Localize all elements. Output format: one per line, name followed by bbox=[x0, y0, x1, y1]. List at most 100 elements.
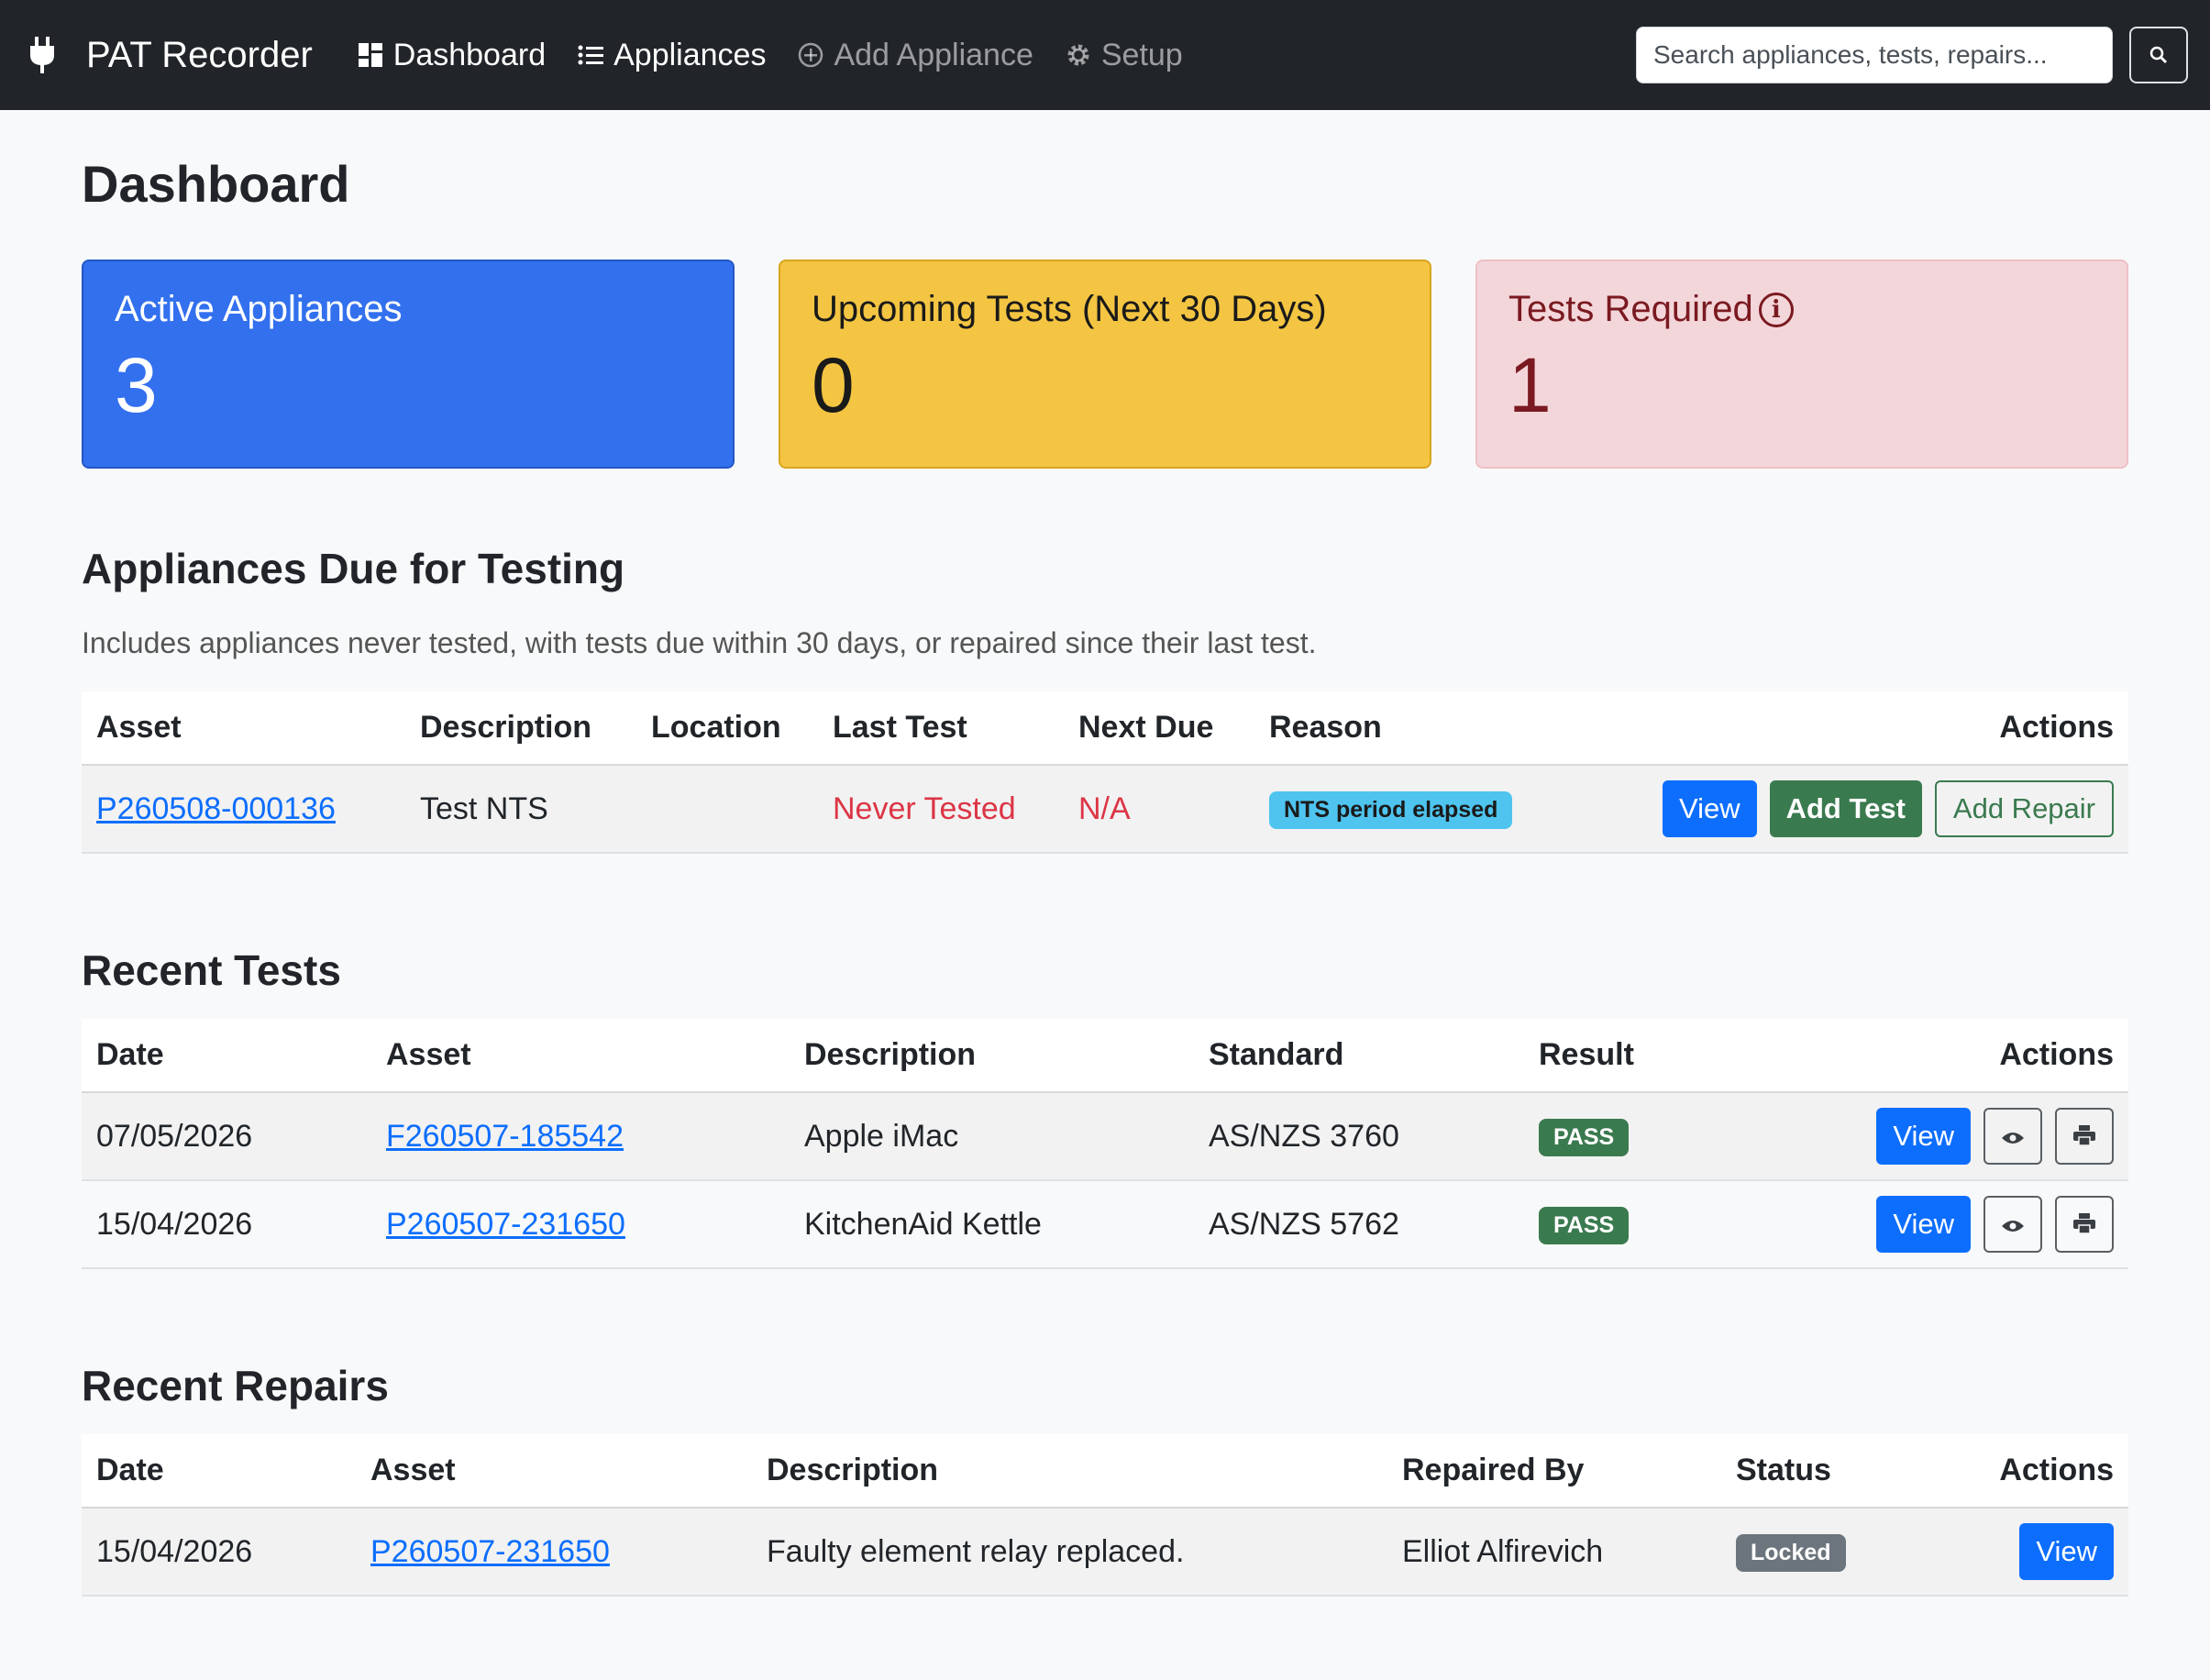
search-input[interactable] bbox=[1636, 27, 2113, 83]
asset-link[interactable]: P260507-231650 bbox=[370, 1534, 610, 1569]
repairs-section-title: Recent Repairs bbox=[82, 1362, 389, 1409]
description-cell: Test NTS bbox=[405, 765, 636, 854]
table-row: P260508-000136 Test NTS Never Tested N/A… bbox=[82, 765, 2128, 854]
eye-icon bbox=[2002, 1208, 2024, 1241]
table-header-row: Date Asset Description Standard Result A… bbox=[82, 1019, 2128, 1093]
preview-button[interactable] bbox=[1983, 1196, 2042, 1253]
brand-name: PAT Recorder bbox=[86, 34, 313, 75]
card-title: Active Appliances bbox=[115, 289, 403, 329]
add-test-button[interactable]: Add Test bbox=[1769, 780, 1922, 837]
date-cell: 15/04/2026 bbox=[82, 1180, 371, 1269]
tests-table: Date Asset Description Standard Result A… bbox=[82, 1019, 2128, 1269]
preview-button[interactable] bbox=[1983, 1108, 2042, 1165]
info-icon[interactable]: i bbox=[1758, 292, 1794, 327]
col-location: Location bbox=[636, 691, 818, 766]
status-badge: Locked bbox=[1736, 1533, 1846, 1572]
view-button[interactable]: View bbox=[1662, 780, 1757, 837]
plug-icon bbox=[22, 35, 62, 75]
nav-add-appliance-label: Add Appliance bbox=[834, 37, 1033, 72]
eye-icon bbox=[2002, 1120, 2024, 1153]
standard-cell: AS/NZS 5762 bbox=[1194, 1180, 1524, 1269]
table-row: 15/04/2026 P260507-231650 KitchenAid Ket… bbox=[82, 1180, 2128, 1269]
card-value: 3 bbox=[115, 342, 158, 428]
view-button[interactable]: View bbox=[1876, 1196, 1971, 1253]
description-cell: Apple iMac bbox=[790, 1092, 1194, 1181]
status-cell: Locked bbox=[1721, 1508, 1922, 1597]
col-next-due: Next Due bbox=[1064, 691, 1254, 766]
main-content: Dashboard Active Appliances 3 Upcoming T… bbox=[0, 154, 2210, 1597]
card-value: 0 bbox=[812, 342, 855, 428]
asset-link[interactable]: P260508-000136 bbox=[96, 791, 336, 826]
nav-add-appliance[interactable]: Add Appliance bbox=[797, 38, 1033, 73]
next-due-cell: N/A bbox=[1064, 765, 1254, 854]
standard-cell: AS/NZS 3760 bbox=[1194, 1092, 1524, 1181]
page-title: Dashboard bbox=[82, 155, 350, 213]
table-row: 07/05/2026 F260507-185542 Apple iMac AS/… bbox=[82, 1092, 2128, 1181]
summary-cards: Active Appliances 3 Upcoming Tests (Next… bbox=[82, 260, 2128, 469]
repaired-by-cell: Elliot Alfirevich bbox=[1387, 1508, 1721, 1597]
nav-appliances-label: Appliances bbox=[613, 37, 767, 72]
result-cell: PASS bbox=[1524, 1092, 1711, 1181]
top-navbar: PAT Recorder Dashboard Appliances Add Ap… bbox=[0, 0, 2210, 110]
tests-required-card: Tests Required i 1 bbox=[1475, 260, 2128, 469]
col-date: Date bbox=[82, 1434, 356, 1509]
grid-icon bbox=[357, 41, 384, 69]
result-cell: PASS bbox=[1524, 1180, 1711, 1269]
actions-cell: View bbox=[1710, 1180, 2128, 1269]
card-title: Upcoming Tests (Next 30 Days) bbox=[812, 289, 1327, 329]
col-result: Result bbox=[1524, 1019, 1711, 1093]
reason-badge: NTS period elapsed bbox=[1269, 790, 1513, 829]
description-cell: KitchenAid Kettle bbox=[790, 1180, 1194, 1269]
search-button[interactable] bbox=[2129, 27, 2188, 83]
col-repaired-by: Repaired By bbox=[1387, 1434, 1721, 1509]
col-status: Status bbox=[1721, 1434, 1922, 1509]
view-button[interactable]: View bbox=[1876, 1108, 1971, 1165]
card-title-row: Tests Required i bbox=[1508, 289, 2095, 330]
asset-link[interactable]: P260507-231650 bbox=[386, 1207, 625, 1242]
nav-dashboard[interactable]: Dashboard bbox=[357, 38, 546, 73]
nav-setup[interactable]: Setup bbox=[1065, 38, 1183, 73]
col-asset: Asset bbox=[356, 1434, 752, 1509]
upcoming-tests-card: Upcoming Tests (Next 30 Days) 0 bbox=[779, 260, 1431, 469]
printer-icon bbox=[2073, 1120, 2095, 1153]
nav-appliances[interactable]: Appliances bbox=[577, 38, 766, 73]
view-button[interactable]: View bbox=[2019, 1523, 2114, 1580]
actions-cell: View bbox=[1710, 1092, 2128, 1181]
brand[interactable]: PAT Recorder bbox=[22, 35, 313, 76]
search-icon bbox=[2149, 38, 2169, 73]
col-actions: Actions bbox=[1921, 1434, 2128, 1509]
nav-setup-label: Setup bbox=[1100, 37, 1183, 72]
asset-link[interactable]: F260507-185542 bbox=[386, 1119, 624, 1154]
col-description: Description bbox=[752, 1434, 1387, 1509]
printer-icon bbox=[2073, 1208, 2095, 1241]
col-asset: Asset bbox=[371, 1019, 790, 1093]
tests-section-title: Recent Tests bbox=[82, 946, 341, 994]
asset-cell: P260507-231650 bbox=[371, 1180, 790, 1269]
last-test-cell: Never Tested bbox=[818, 765, 1064, 854]
asset-cell: P260507-231650 bbox=[356, 1508, 752, 1597]
result-badge: PASS bbox=[1539, 1206, 1630, 1244]
due-section-note: Includes appliances never tested, with t… bbox=[82, 626, 1317, 659]
nav-dashboard-label: Dashboard bbox=[392, 37, 547, 72]
asset-cell: P260508-000136 bbox=[82, 765, 405, 854]
col-last-test: Last Test bbox=[818, 691, 1064, 766]
result-badge: PASS bbox=[1539, 1118, 1630, 1156]
print-button[interactable] bbox=[2055, 1108, 2114, 1165]
col-description: Description bbox=[405, 691, 636, 766]
description-cell: Faulty element relay replaced. bbox=[752, 1508, 1387, 1597]
col-actions: Actions bbox=[1710, 1019, 2128, 1093]
table-header-row: Date Asset Description Repaired By Statu… bbox=[82, 1434, 2128, 1509]
due-section-title: Appliances Due for Testing bbox=[82, 545, 625, 592]
table-header-row: Asset Description Location Last Test Nex… bbox=[82, 691, 2128, 766]
table-row: 15/04/2026 P260507-231650 Faulty element… bbox=[82, 1508, 2128, 1597]
add-repair-button[interactable]: Add Repair bbox=[1934, 780, 2114, 837]
col-standard: Standard bbox=[1194, 1019, 1524, 1093]
asset-cell: F260507-185542 bbox=[371, 1092, 790, 1181]
col-reason: Reason bbox=[1254, 691, 1566, 766]
reason-cell: NTS period elapsed bbox=[1254, 765, 1566, 854]
due-table: Asset Description Location Last Test Nex… bbox=[82, 691, 2128, 854]
actions-cell: View Add Test Add Repair bbox=[1565, 765, 2128, 854]
print-button[interactable] bbox=[2055, 1196, 2114, 1253]
card-value: 1 bbox=[1508, 342, 1552, 428]
location-cell bbox=[636, 765, 818, 854]
